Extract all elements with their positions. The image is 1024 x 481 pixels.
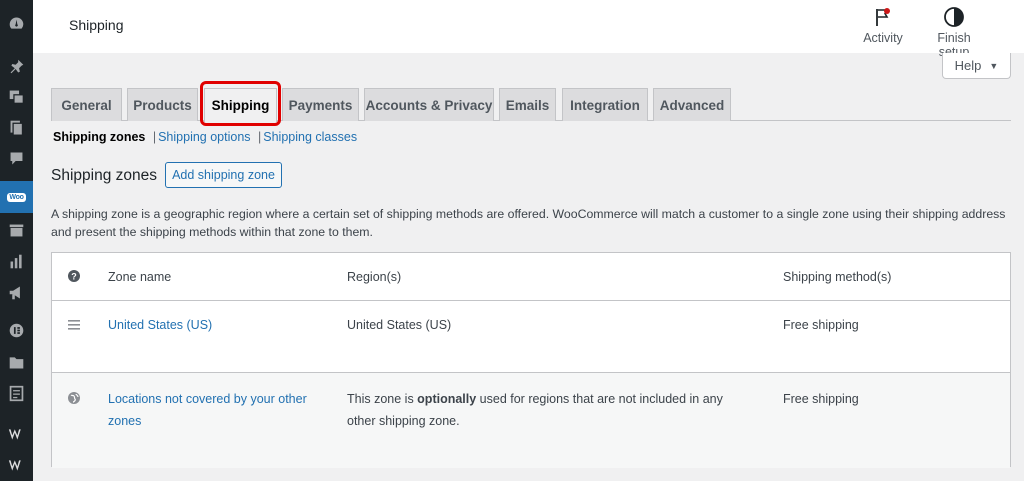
zone-methods: Free shipping xyxy=(783,318,859,332)
tab-products[interactable]: Products xyxy=(127,88,198,121)
shipping-subnav: Shipping zones | Shipping options | Shippi… xyxy=(53,130,357,144)
w-logo-icon[interactable] xyxy=(7,425,25,443)
tab-general[interactable]: General xyxy=(51,88,122,121)
elementor-icon[interactable] xyxy=(7,321,25,339)
add-shipping-zone-button[interactable]: Add shipping zone xyxy=(165,162,282,188)
svg-text:?: ? xyxy=(71,272,77,282)
help-button[interactable]: Help ▼ xyxy=(942,53,1011,79)
subnav-separator: | xyxy=(152,130,157,144)
table-row: United States (US) United States (US) Fr… xyxy=(52,301,1010,373)
table-header-row: ? Zone name Region(s) Shipping method(s) xyxy=(52,253,1010,301)
form-icon[interactable] xyxy=(7,384,25,402)
column-shipping-methods: Shipping method(s) xyxy=(783,270,892,284)
tab-advanced[interactable]: Advanced xyxy=(653,88,731,121)
products-icon[interactable] xyxy=(7,221,25,239)
settings-tabs: General Products Shipping Payments Accou… xyxy=(51,88,1011,122)
admin-sidebar: Woo xyxy=(0,0,33,481)
subnav-shipping-classes[interactable]: Shipping classes xyxy=(263,130,357,144)
activity-button[interactable]: Activity xyxy=(863,6,903,45)
tab-payments[interactable]: Payments xyxy=(282,88,359,121)
zone-regions: United States (US) xyxy=(347,318,452,332)
zone-regions: This zone is optionally used for regions… xyxy=(347,388,747,432)
marketing-icon[interactable] xyxy=(7,283,25,301)
shipping-zones-table: ? Zone name Region(s) Shipping method(s)… xyxy=(51,252,1011,468)
subnav-shipping-zones[interactable]: Shipping zones xyxy=(53,130,145,144)
tab-accounts-privacy[interactable]: Accounts & Privacy xyxy=(364,88,494,121)
region-text: This zone is xyxy=(347,392,418,406)
finish-setup-button[interactable]: Finish setup xyxy=(922,6,986,59)
tab-emails[interactable]: Emails xyxy=(499,88,556,121)
shipping-zones-heading: Shipping zones xyxy=(51,167,157,184)
region-text: used for regions that are not included i… xyxy=(476,392,723,406)
dashboard-icon[interactable] xyxy=(7,14,25,32)
table-row: Locations not covered by your other zone… xyxy=(52,373,1010,468)
zones-description: A shipping zone is a geographic region w… xyxy=(51,207,1006,239)
zone-name-link[interactable]: United States (US) xyxy=(108,314,328,336)
column-regions: Region(s) xyxy=(347,270,402,284)
subnav-shipping-options[interactable]: Shipping options xyxy=(158,130,250,144)
region-text: other shipping zone. xyxy=(347,414,460,428)
zone-methods: Free shipping xyxy=(783,392,859,406)
subnav-separator: | xyxy=(258,130,262,144)
woocommerce-icon[interactable]: Woo xyxy=(0,181,33,213)
pages-icon[interactable] xyxy=(7,118,25,136)
help-circle-icon[interactable]: ? xyxy=(67,270,81,282)
region-emphasis: optionally xyxy=(417,392,477,406)
column-zone-name: Zone name xyxy=(108,270,172,284)
w-logo-icon-2[interactable] xyxy=(7,456,25,474)
media-icon[interactable] xyxy=(7,87,25,105)
comments-icon[interactable] xyxy=(7,149,25,167)
caret-down-icon: ▼ xyxy=(989,60,999,71)
globe-icon xyxy=(67,392,81,404)
pin-icon[interactable] xyxy=(7,57,25,75)
flag-icon xyxy=(863,6,903,28)
activity-label: Activity xyxy=(863,31,903,45)
analytics-icon[interactable] xyxy=(7,252,25,270)
woo-badge: Woo xyxy=(7,192,26,202)
half-circle-icon xyxy=(922,6,986,28)
folder-icon[interactable] xyxy=(7,353,25,371)
page-title: Shipping xyxy=(69,17,124,33)
help-label: Help xyxy=(954,58,982,73)
tab-integration[interactable]: Integration xyxy=(562,88,648,121)
zone-name-line: Locations not covered by your other xyxy=(108,392,307,406)
zone-name-link[interactable]: Locations not covered by your other zone… xyxy=(108,388,328,432)
drag-handle-icon[interactable] xyxy=(67,320,81,330)
shipping-tab-highlight xyxy=(200,81,281,126)
zone-name-line: zones xyxy=(108,414,142,428)
